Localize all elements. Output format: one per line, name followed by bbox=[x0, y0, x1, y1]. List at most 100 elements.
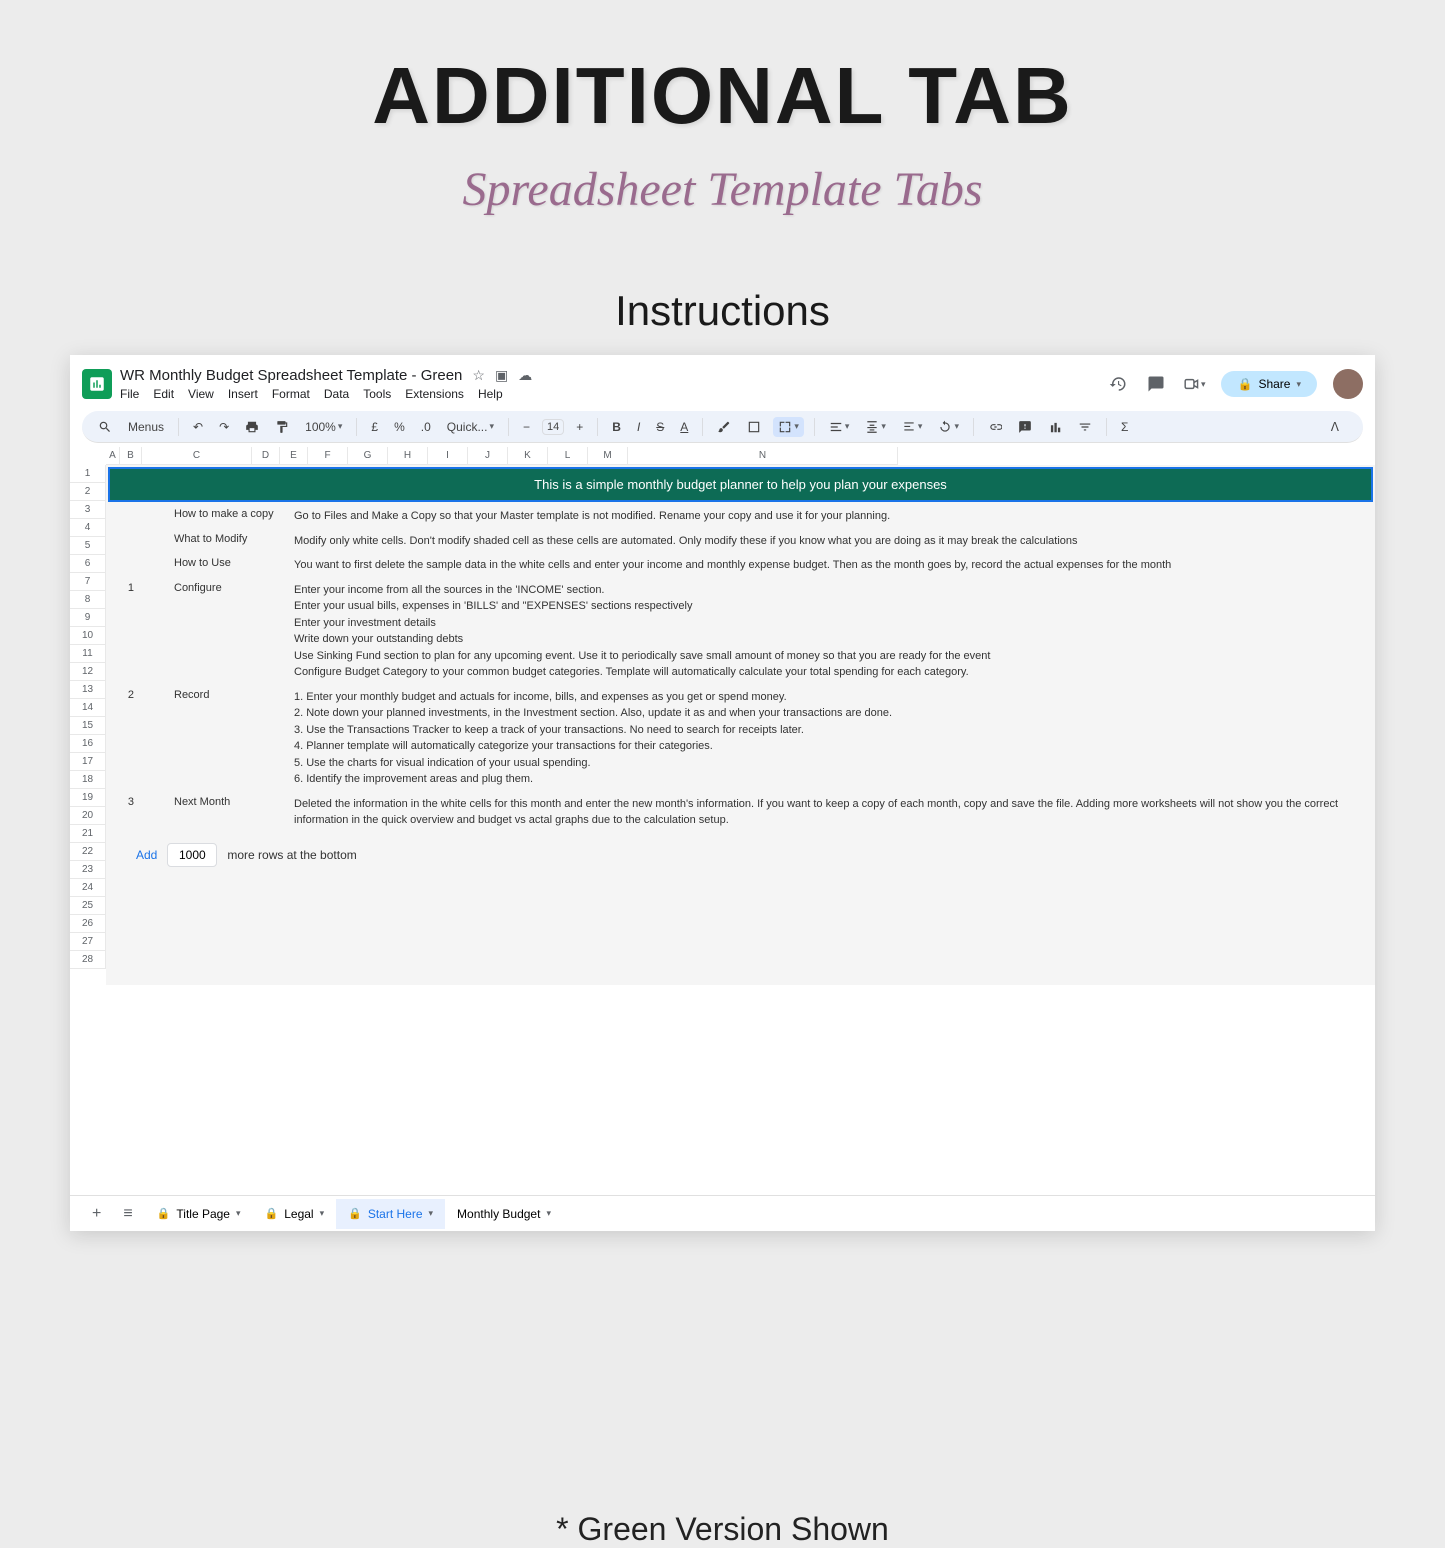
row-header[interactable]: 6 bbox=[70, 555, 106, 573]
col-header[interactable]: E bbox=[280, 447, 308, 465]
col-header[interactable]: D bbox=[252, 447, 280, 465]
row-header[interactable]: 10 bbox=[70, 627, 106, 645]
row-header[interactable]: 9 bbox=[70, 609, 106, 627]
sheet-tab[interactable]: 🔒Start Here▾ bbox=[336, 1199, 445, 1229]
row-header[interactable]: 11 bbox=[70, 645, 106, 663]
strike-button[interactable]: S bbox=[652, 418, 668, 436]
folder-icon[interactable]: ▣ bbox=[495, 367, 508, 384]
row-header[interactable]: 2 bbox=[70, 483, 106, 501]
row-header[interactable]: 25 bbox=[70, 897, 106, 915]
row-header[interactable]: 18 bbox=[70, 771, 106, 789]
search-icon[interactable] bbox=[94, 418, 116, 436]
chevron-down-icon[interactable]: ▾ bbox=[320, 1208, 325, 1219]
col-header[interactable]: N bbox=[628, 447, 898, 465]
sheets-logo-icon[interactable] bbox=[82, 369, 112, 399]
link-button[interactable] bbox=[984, 418, 1006, 436]
row-header[interactable]: 1 bbox=[70, 465, 106, 483]
comment-add-button[interactable] bbox=[1014, 418, 1036, 436]
menus-label[interactable]: Menus bbox=[124, 418, 168, 436]
row-header[interactable]: 17 bbox=[70, 753, 106, 771]
font-plus[interactable]: + bbox=[572, 418, 587, 436]
redo-icon[interactable]: ↷ bbox=[215, 418, 233, 436]
paint-format-icon[interactable] bbox=[271, 418, 293, 436]
document-title[interactable]: WR Monthly Budget Spreadsheet Template -… bbox=[120, 367, 462, 384]
halign-button[interactable]: ▾ bbox=[825, 418, 854, 436]
rotate-button[interactable]: ▾ bbox=[934, 418, 963, 436]
all-sheets-button[interactable]: ≡ bbox=[113, 1199, 142, 1229]
avatar[interactable] bbox=[1333, 369, 1363, 399]
font-minus[interactable]: − bbox=[519, 418, 534, 436]
chevron-down-icon[interactable]: ▾ bbox=[546, 1208, 551, 1219]
col-header[interactable]: G bbox=[348, 447, 388, 465]
comment-icon[interactable] bbox=[1145, 373, 1167, 395]
row-header[interactable]: 7 bbox=[70, 573, 106, 591]
bold-button[interactable]: B bbox=[608, 418, 625, 436]
col-header[interactable]: F bbox=[308, 447, 348, 465]
currency-button[interactable]: £ bbox=[367, 418, 382, 436]
merge-button[interactable]: ▾ bbox=[773, 417, 804, 437]
percent-button[interactable]: % bbox=[390, 418, 409, 436]
row-header[interactable]: 16 bbox=[70, 735, 106, 753]
row-header[interactable]: 24 bbox=[70, 879, 106, 897]
font-size-input[interactable]: 14 bbox=[542, 419, 564, 435]
row-header[interactable]: 19 bbox=[70, 789, 106, 807]
share-button[interactable]: 🔒 Share ▾ bbox=[1221, 371, 1317, 397]
menu-data[interactable]: Data bbox=[324, 387, 349, 401]
menu-view[interactable]: View bbox=[188, 387, 214, 401]
menu-format[interactable]: Format bbox=[272, 387, 310, 401]
format-quick[interactable]: Quick... ▾ bbox=[443, 418, 498, 436]
valign-button[interactable]: ▾ bbox=[861, 418, 890, 436]
collapse-chevron-icon[interactable]: ᐱ bbox=[1327, 418, 1343, 436]
italic-button[interactable]: I bbox=[633, 418, 644, 436]
add-sheet-button[interactable]: + bbox=[82, 1199, 111, 1229]
row-header[interactable]: 22 bbox=[70, 843, 106, 861]
sheet-tab[interactable]: 🔒Title Page▾ bbox=[145, 1199, 253, 1229]
col-header[interactable]: J bbox=[468, 447, 508, 465]
text-color-button[interactable]: A bbox=[676, 418, 692, 436]
menu-edit[interactable]: Edit bbox=[153, 387, 174, 401]
add-rows-input[interactable] bbox=[167, 843, 217, 867]
row-header[interactable]: 15 bbox=[70, 717, 106, 735]
row-header[interactable]: 14 bbox=[70, 699, 106, 717]
sheet-tab[interactable]: Monthly Budget▾ bbox=[445, 1199, 563, 1229]
chevron-down-icon[interactable]: ▾ bbox=[236, 1208, 241, 1219]
fill-color-button[interactable] bbox=[713, 418, 735, 436]
history-icon[interactable] bbox=[1107, 373, 1129, 395]
row-header[interactable]: 3 bbox=[70, 501, 106, 519]
undo-icon[interactable]: ↶ bbox=[189, 418, 207, 436]
row-header[interactable]: 26 bbox=[70, 915, 106, 933]
filter-button[interactable] bbox=[1074, 418, 1096, 436]
menu-file[interactable]: File bbox=[120, 387, 139, 401]
col-header[interactable]: C bbox=[142, 447, 252, 465]
row-header[interactable]: 21 bbox=[70, 825, 106, 843]
row-header[interactable]: 27 bbox=[70, 933, 106, 951]
col-header[interactable]: B bbox=[120, 447, 142, 465]
menu-tools[interactable]: Tools bbox=[363, 387, 391, 401]
decimal-button[interactable]: .0 bbox=[417, 418, 435, 436]
zoom-select[interactable]: 100% ▾ bbox=[301, 418, 346, 436]
row-header[interactable]: 4 bbox=[70, 519, 106, 537]
menu-insert[interactable]: Insert bbox=[228, 387, 258, 401]
col-header[interactable]: L bbox=[548, 447, 588, 465]
add-rows-button[interactable]: Add bbox=[136, 848, 157, 862]
row-header[interactable]: 12 bbox=[70, 663, 106, 681]
col-header[interactable]: A bbox=[106, 447, 120, 465]
row-header[interactable]: 13 bbox=[70, 681, 106, 699]
menu-help[interactable]: Help bbox=[478, 387, 503, 401]
print-icon[interactable] bbox=[241, 418, 263, 436]
row-header[interactable]: 5 bbox=[70, 537, 106, 555]
row-header[interactable]: 28 bbox=[70, 951, 106, 969]
row-header[interactable]: 23 bbox=[70, 861, 106, 879]
row-header[interactable]: 8 bbox=[70, 591, 106, 609]
row-header[interactable]: 20 bbox=[70, 807, 106, 825]
star-icon[interactable]: ☆ bbox=[472, 367, 485, 384]
sheet-tab[interactable]: 🔒Legal▾ bbox=[253, 1199, 337, 1229]
meet-icon[interactable]: ▾ bbox=[1183, 373, 1205, 395]
chart-button[interactable] bbox=[1044, 418, 1066, 436]
borders-button[interactable] bbox=[743, 418, 765, 436]
chevron-down-icon[interactable]: ▾ bbox=[429, 1208, 434, 1219]
col-header[interactable]: H bbox=[388, 447, 428, 465]
functions-button[interactable]: Σ bbox=[1117, 418, 1132, 436]
menu-extensions[interactable]: Extensions bbox=[405, 387, 464, 401]
col-header[interactable]: K bbox=[508, 447, 548, 465]
